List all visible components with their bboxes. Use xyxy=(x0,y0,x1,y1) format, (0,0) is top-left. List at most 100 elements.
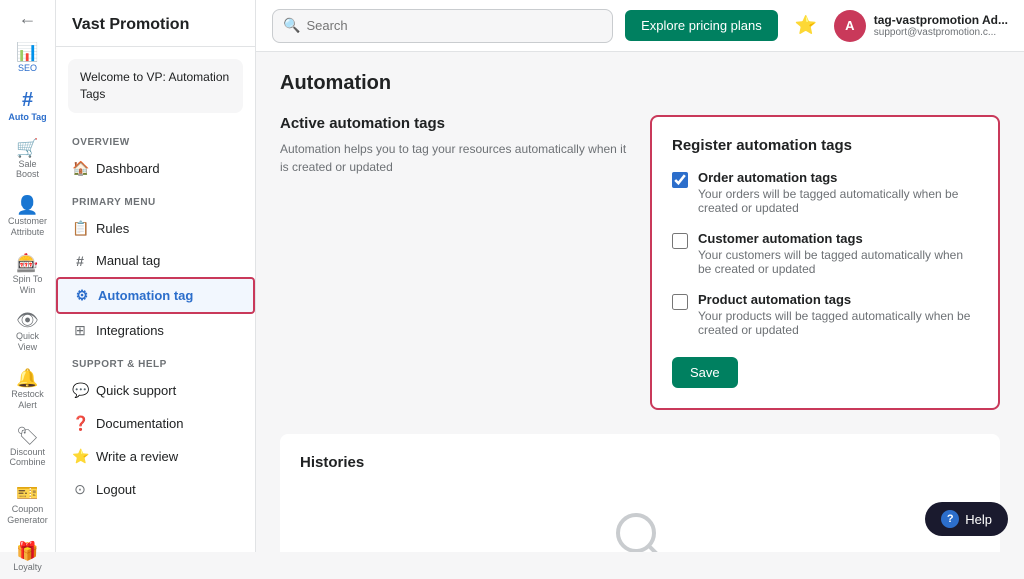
customer-tag-option: Customer automation tags Your customers … xyxy=(672,231,978,276)
empty-state: No automation tags found Try changing th… xyxy=(300,487,980,552)
sidebar-label-logout: Logout xyxy=(96,482,136,497)
content-grid: Active automation tags Automation helps … xyxy=(280,115,1000,410)
nav-item-saleboost[interactable]: 🛒 Sale Boost xyxy=(4,133,52,187)
user-badge[interactable]: A tag-vastpromotion Ad... support@vastpr… xyxy=(834,10,1008,42)
sidebar-item-quicksupport[interactable]: 💬 Quick support xyxy=(56,374,255,407)
nav-label-coupon: Coupon Generator xyxy=(7,504,48,526)
nav-label-autotag: Auto Tag xyxy=(8,112,46,123)
customer-tag-label: Customer automation tags xyxy=(698,231,978,246)
nav-label-restock: Restock Alert xyxy=(8,389,48,411)
writereview-icon: ⭐ xyxy=(72,448,88,465)
rules-icon: 📋 xyxy=(72,220,88,237)
sidebar-label-writereview: Write a review xyxy=(96,449,178,464)
sidebar-label-integrations: Integrations xyxy=(96,323,164,338)
icon-navigation: ← 📊 SEO # Auto Tag 🛒 Sale Boost 👤 Custom… xyxy=(0,0,56,552)
customer-tag-content: Customer automation tags Your customers … xyxy=(698,231,978,276)
search-input[interactable] xyxy=(306,18,602,33)
autotag-icon: # xyxy=(22,90,33,110)
nav-item-seo[interactable]: 📊 SEO xyxy=(4,37,52,80)
nav-item-autotag[interactable]: # Auto Tag xyxy=(4,84,52,129)
nav-label-customer: Customer Attribute xyxy=(8,216,48,238)
back-button[interactable]: ← xyxy=(4,8,52,29)
sidebar-item-manualtag[interactable]: # Manual tag xyxy=(56,245,255,277)
sidebar-item-logout[interactable]: ⊙ Logout xyxy=(56,473,255,506)
star-favorite-button[interactable]: ⭐ xyxy=(790,10,822,42)
active-tags-panel: Active automation tags Automation helps … xyxy=(280,115,630,410)
nav-item-coupon[interactable]: 🎫 Coupon Generator xyxy=(4,478,52,532)
nav-label-loyalty: Loyalty xyxy=(13,562,42,573)
app-title: Vast Promotion xyxy=(72,16,239,34)
search-icon: 🔍 xyxy=(283,17,300,34)
nav-item-spin[interactable]: 🎰 Spin To Win xyxy=(4,248,52,302)
restock-icon: 🔔 xyxy=(16,369,38,387)
customer-tag-row: Customer automation tags Your customers … xyxy=(672,231,978,276)
active-tags-description: Automation helps you to tag your resourc… xyxy=(280,140,630,176)
user-name: tag-vastpromotion Ad... xyxy=(874,13,1008,27)
topbar: 🔍 Explore pricing plans ⭐ A tag-vastprom… xyxy=(256,0,1024,52)
product-tag-content: Product automation tags Your products wi… xyxy=(698,292,978,337)
quicksupport-icon: 💬 xyxy=(72,382,88,399)
sidebar-welcome-banner: Welcome to VP: Automation Tags xyxy=(68,59,243,113)
sidebar-header: Vast Promotion xyxy=(56,0,255,47)
order-tag-label: Order automation tags xyxy=(698,170,978,185)
nav-item-customer[interactable]: 👤 Customer Attribute xyxy=(4,190,52,244)
avatar: A xyxy=(834,10,866,42)
save-button[interactable]: Save xyxy=(672,357,738,388)
dashboard-icon: 🏠 xyxy=(72,160,88,177)
customer-tag-desc: Your customers will be tagged automatica… xyxy=(698,248,978,276)
sidebar-label-rules: Rules xyxy=(96,221,129,236)
integrations-icon: ⊞ xyxy=(72,322,88,339)
nav-item-discount[interactable]: 🏷 Discount Combine xyxy=(4,421,52,475)
customer-icon: 👤 xyxy=(16,196,38,214)
automationtag-icon: ⚙ xyxy=(74,287,90,304)
customer-tag-checkbox[interactable] xyxy=(672,233,688,249)
nav-item-loyalty[interactable]: 🎁 Loyalty xyxy=(4,536,52,579)
sidebar-label-quicksupport: Quick support xyxy=(96,383,176,398)
section-label-primary: PRIMARY MENU xyxy=(56,185,255,212)
sidebar: Vast Promotion Welcome to VP: Automation… xyxy=(56,0,256,552)
loyalty-icon: 🎁 xyxy=(16,542,38,560)
coupon-icon: 🎫 xyxy=(16,484,38,502)
discount-icon: 🏷 xyxy=(16,427,39,445)
order-tag-desc: Your orders will be tagged automatically… xyxy=(698,187,978,215)
register-panel-title: Register automation tags xyxy=(672,137,978,154)
sidebar-label-automationtag: Automation tag xyxy=(98,288,193,303)
nav-item-restock[interactable]: 🔔 Restock Alert xyxy=(4,363,52,417)
logout-icon: ⊙ xyxy=(72,481,88,498)
sidebar-item-documentation[interactable]: ❓ Documentation xyxy=(56,407,255,440)
explore-pricing-button[interactable]: Explore pricing plans xyxy=(625,10,778,41)
help-button[interactable]: ? Help xyxy=(925,502,1008,536)
nav-label-saleboost: Sale Boost xyxy=(8,159,48,181)
sidebar-item-rules[interactable]: 📋 Rules xyxy=(56,212,255,245)
product-tag-desc: Your products will be tagged automatical… xyxy=(698,309,978,337)
search-bar[interactable]: 🔍 xyxy=(272,9,613,43)
sidebar-label-manualtag: Manual tag xyxy=(96,253,160,268)
histories-section: Histories No automation tags found Try c… xyxy=(280,434,1000,552)
section-label-overview: OVERVIEW xyxy=(56,125,255,152)
nav-item-quickview[interactable]: 👁 Quick View xyxy=(4,305,52,359)
page-title: Automation xyxy=(280,72,1000,95)
help-label: Help xyxy=(965,512,992,527)
sidebar-item-writereview[interactable]: ⭐ Write a review xyxy=(56,440,255,473)
help-circle-icon: ? xyxy=(941,510,959,528)
sidebar-item-integrations[interactable]: ⊞ Integrations xyxy=(56,314,255,347)
user-email: support@vastpromotion.c... xyxy=(874,27,1008,38)
user-info: tag-vastpromotion Ad... support@vastprom… xyxy=(874,13,1008,38)
nav-label-quickview: Quick View xyxy=(8,331,48,353)
seo-icon: 📊 xyxy=(16,43,38,61)
sidebar-label-documentation: Documentation xyxy=(96,416,183,431)
quickview-icon: 👁 xyxy=(16,311,39,329)
product-tag-row: Product automation tags Your products wi… xyxy=(672,292,978,337)
product-tag-checkbox[interactable] xyxy=(672,294,688,310)
order-tag-checkbox[interactable] xyxy=(672,172,688,188)
sidebar-label-dashboard: Dashboard xyxy=(96,161,160,176)
order-tag-row: Order automation tags Your orders will b… xyxy=(672,170,978,215)
order-tag-option: Order automation tags Your orders will b… xyxy=(672,170,978,215)
sidebar-item-automationtag[interactable]: ⚙ Automation tag xyxy=(56,277,255,314)
section-label-support: SUPPORT & HELP xyxy=(56,347,255,374)
saleboost-icon: 🛒 xyxy=(16,139,38,157)
sidebar-item-dashboard[interactable]: 🏠 Dashboard xyxy=(56,152,255,185)
product-tag-label: Product automation tags xyxy=(698,292,978,307)
nav-label-discount: Discount Combine xyxy=(8,447,48,469)
nav-label-spin: Spin To Win xyxy=(8,274,48,296)
